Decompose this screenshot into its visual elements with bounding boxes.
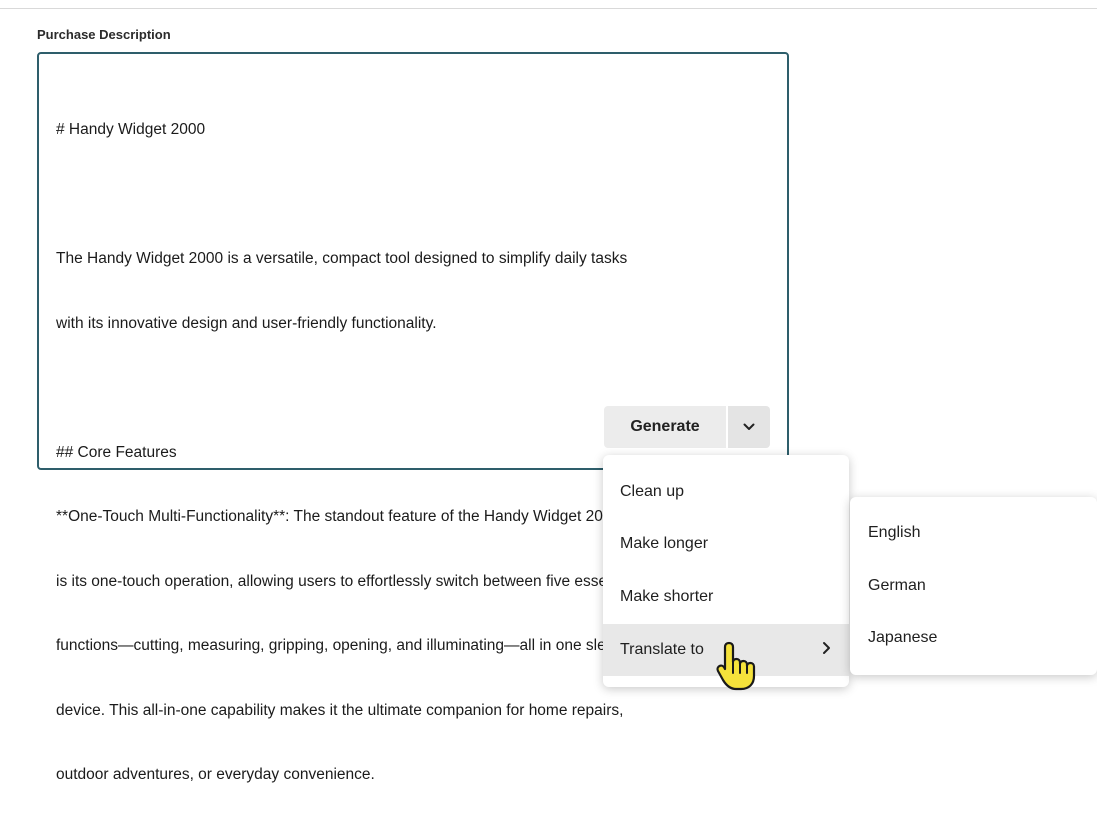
menu-item-label: Clean up	[620, 483, 685, 500]
text-line: The Handy Widget 2000 is a versatile, co…	[56, 250, 628, 267]
submenu-item-label: English	[868, 524, 921, 541]
submenu-item-label: German	[868, 577, 926, 594]
menu-item-label: Make longer	[620, 535, 709, 552]
menu-item-label: Make shorter	[620, 588, 714, 605]
top-divider	[0, 8, 1097, 9]
chevron-down-icon	[743, 418, 755, 436]
purchase-description-label: Purchase Description	[37, 27, 171, 42]
text-line: # Handy Widget 2000	[56, 121, 206, 138]
generate-button[interactable]: Generate	[604, 406, 726, 448]
generate-split-button: Generate	[604, 406, 770, 448]
textarea-content: # Handy Widget 2000 The Handy Widget 200…	[56, 76, 776, 829]
submenu-item-label: Japanese	[868, 629, 938, 646]
translate-submenu: English German Japanese	[850, 497, 1097, 675]
menu-item-make-shorter[interactable]: Make shorter	[603, 571, 849, 623]
text-line: with its innovative design and user-frie…	[56, 314, 437, 332]
chevron-right-icon	[822, 641, 831, 660]
hand-pointer-cursor-icon	[714, 640, 760, 692]
generate-dropdown-toggle[interactable]	[728, 406, 770, 448]
menu-item-label: Translate to	[620, 641, 704, 658]
menu-item-clean-up[interactable]: Clean up	[603, 466, 849, 518]
menu-item-make-longer[interactable]: Make longer	[603, 518, 849, 570]
submenu-item-japanese[interactable]: Japanese	[850, 612, 1097, 664]
submenu-item-german[interactable]: German	[850, 560, 1097, 612]
text-line: device. This all-in-one capability makes…	[56, 701, 624, 719]
submenu-item-english[interactable]: English	[850, 507, 1097, 559]
text-line: outdoor adventures, or everyday convenie…	[56, 766, 375, 783]
